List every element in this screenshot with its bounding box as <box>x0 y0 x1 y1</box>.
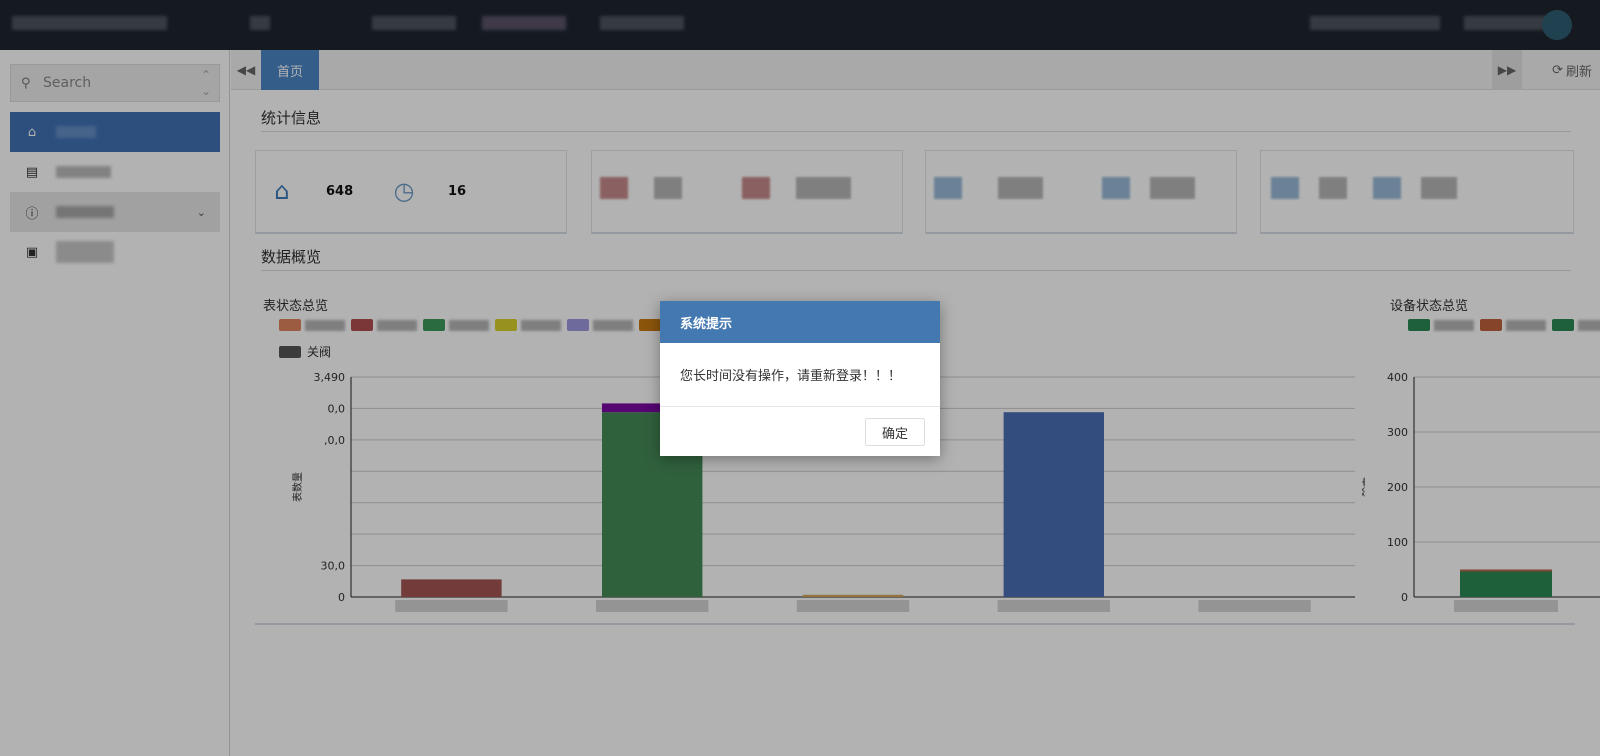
session-timeout-dialog: 系统提示 您长时间没有操作，请重新登录！！！ 确定 <box>660 301 940 456</box>
dialog-message: 您长时间没有操作，请重新登录！！！ <box>660 343 940 407</box>
dialog-title: 系统提示 <box>660 301 940 343</box>
dialog-footer: 确定 <box>660 407 940 455</box>
ok-button[interactable]: 确定 <box>865 418 925 446</box>
